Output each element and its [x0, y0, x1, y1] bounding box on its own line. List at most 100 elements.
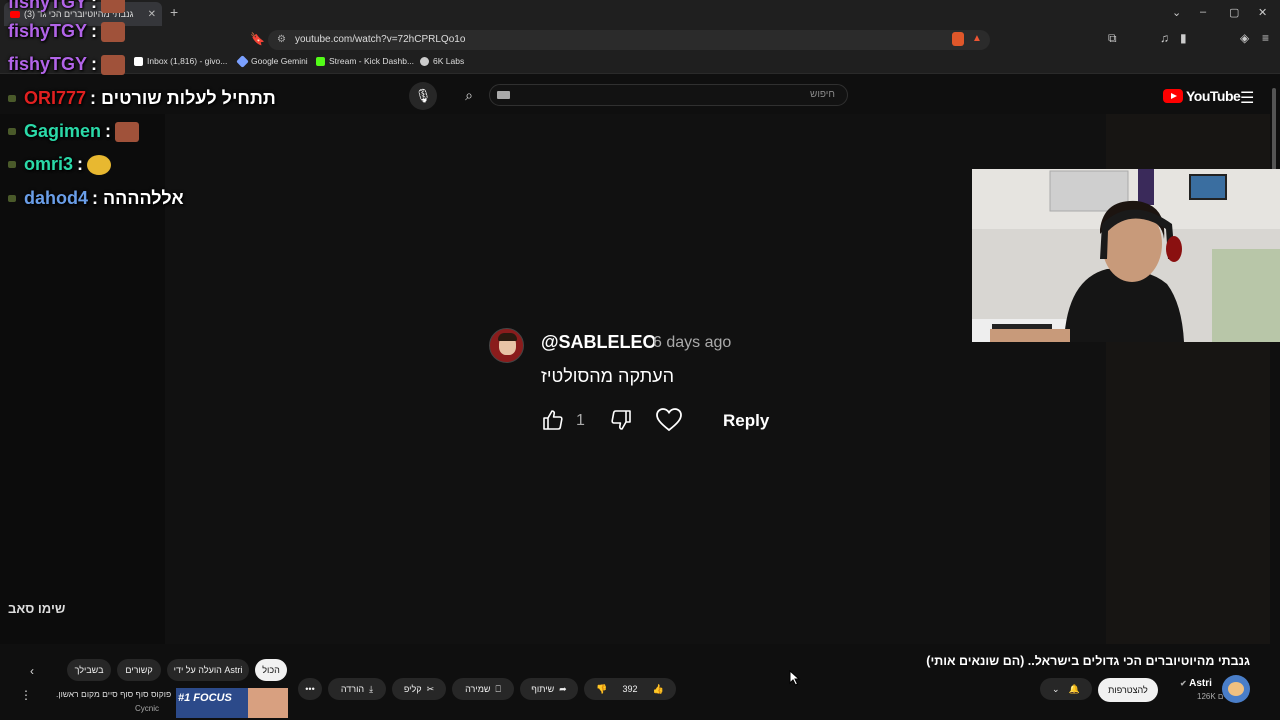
chat-message: omri3 : [8, 154, 112, 175]
like-icon[interactable] [541, 408, 565, 432]
emote-icon [101, 54, 126, 75]
chat-badge-icon [8, 161, 16, 168]
recommendation-title[interactable]: פוקוס סוף סוף סיים מקום ראשון. [56, 689, 171, 699]
download-icon: ⤓ [369, 683, 374, 694]
video-dislike-icon[interactable]: 👎 [596, 684, 607, 695]
video-info-bar: גנבתי מהיוטיוברים הכי גדולים בישראל.. (ה… [0, 644, 1280, 720]
menu-icon[interactable]: ≡ [1262, 31, 1269, 45]
search-input[interactable]: חיפוש [489, 84, 848, 106]
channel-name[interactable]: ✔ Astri [1180, 678, 1212, 689]
emote-icon [115, 121, 140, 142]
keyboard-icon[interactable] [497, 91, 510, 99]
stream-chat-overlay: fishyTGY : fishyTGY : fishyTGY : ORI777 … [0, 0, 300, 220]
chat-username: omri3 [24, 154, 74, 174]
more-actions-button[interactable]: ••• [298, 678, 322, 700]
chip-uploaded-by[interactable]: הועלה על ידי Astri [167, 659, 249, 681]
brave-shield-icon[interactable] [952, 32, 964, 46]
more-vert-icon[interactable]: ⋮ [20, 688, 32, 702]
chip-for-you[interactable]: בשבילך [67, 659, 111, 681]
chat-username: ORI777 [24, 88, 87, 108]
vpn-icon[interactable]: ◈ [1240, 31, 1249, 45]
dislike-icon[interactable] [609, 408, 633, 432]
save-button[interactable]: שמירה ⎕ [452, 678, 514, 700]
avatar-face [1228, 682, 1244, 696]
channel-avatar[interactable] [1222, 675, 1250, 703]
sidebar-icon[interactable]: ▮ [1180, 31, 1187, 45]
chat-text: : [91, 21, 98, 41]
reply-button[interactable]: Reply [723, 411, 769, 431]
chat-message: ORI777 : תתחיל לעלות שורטים [8, 88, 276, 109]
chat-username: fishyTGY [8, 21, 88, 41]
6k-labs-icon [420, 56, 429, 66]
chat-text: : תתחיל לעלות שורטים [90, 88, 276, 108]
comment-text: העתקה מהסולטיז [541, 366, 675, 386]
url-text: youtube.com/watch?v=72hCPRLQo1o [295, 34, 466, 45]
clip-button[interactable]: קליפ ✂ [392, 678, 446, 700]
bookmark-6k-labs[interactable]: 6K Labs [420, 56, 464, 66]
thumbnail-face [248, 688, 288, 718]
bookmark-kick[interactable]: Stream - Kick Dashb... [316, 56, 414, 66]
maximize-icon[interactable]: ▢ [1229, 6, 1239, 19]
chat-text: : [91, 54, 98, 74]
hamburger-menu-icon[interactable]: ☰ [1240, 88, 1254, 108]
emote-icon [87, 154, 112, 175]
comment-author[interactable]: @SABLELEO [541, 332, 657, 353]
thumbnail-text: #1 FOCUS [178, 692, 232, 704]
comment-date[interactable]: 6 days ago [653, 334, 731, 352]
bookmark-save-icon: ⎕ [495, 683, 501, 694]
avatar-hair [498, 333, 517, 341]
emote-icon [101, 0, 126, 13]
chevron-left-icon[interactable]: ‹ [30, 664, 34, 678]
video-like-count[interactable]: 392 [622, 684, 637, 694]
mouse-pointer-icon [789, 670, 801, 686]
chevron-down-icon: ⌄ [1052, 683, 1060, 694]
chat-text: : [105, 121, 112, 141]
stream-watermark: שימו סאב [8, 601, 66, 616]
chat-text: : [77, 154, 84, 174]
comment-actions: 1 Reply [541, 408, 801, 436]
chip-related[interactable]: קשורים [117, 659, 161, 681]
subscribe-button[interactable]: להצטרפות [1098, 678, 1158, 702]
chat-text: : [91, 0, 98, 12]
kick-icon [316, 56, 325, 66]
comment-like-count: 1 [576, 412, 585, 429]
voice-search-icon[interactable]: 🎙 [409, 82, 437, 110]
chat-message: fishyTGY : [8, 21, 126, 42]
recommendation-channel[interactable]: Cycnic [135, 704, 159, 713]
recommendation-thumbnail[interactable]: #1 FOCUS [176, 688, 288, 718]
chip-all[interactable]: הכול [255, 659, 287, 681]
chat-text: : אללהההה [92, 188, 184, 208]
close-window-icon[interactable]: ✕ [1258, 6, 1267, 19]
verified-icon: ✔ [1180, 679, 1187, 688]
youtube-logo[interactable]: YouTube [1163, 88, 1241, 104]
chat-message: fishyTGY : [8, 54, 126, 75]
video-like-icon[interactable]: 👍 [653, 684, 664, 695]
notification-bell-button[interactable]: ⌄ 🔔 [1040, 678, 1092, 700]
chat-badge-icon [8, 195, 16, 202]
search-icon[interactable]: ⌕ [451, 84, 487, 106]
tab-search-icon[interactable]: ⌄ [1172, 6, 1181, 19]
page-scrollbar[interactable] [1272, 88, 1276, 173]
like-dislike-group: 👎 392 👍 [584, 678, 676, 700]
chat-message: fishyTGY : [8, 0, 126, 13]
chat-badge-icon [8, 128, 16, 135]
brave-rewards-icon[interactable]: ▲ [972, 33, 982, 44]
chat-badge-icon [8, 95, 16, 102]
youtube-play-icon [1163, 89, 1183, 103]
emote-icon [101, 21, 126, 42]
video-title: גנבתי מהיוטיוברים הכי גדולים בישראל.. (ה… [926, 654, 1250, 668]
extensions-icon[interactable]: ⧉ [1108, 31, 1117, 46]
address-bar[interactable]: ⚙ youtube.com/watch?v=72hCPRLQo1o [268, 30, 990, 50]
share-button[interactable]: שיתוף ➦ [520, 678, 578, 700]
download-button[interactable]: הורדה ⤓ [328, 678, 386, 700]
comment-avatar[interactable] [489, 328, 524, 363]
minimize-icon[interactable]: – [1200, 6, 1206, 18]
bell-icon: 🔔 [1068, 683, 1080, 694]
heart-icon[interactable] [655, 407, 683, 433]
chat-username: fishyTGY [8, 0, 88, 12]
chat-message: Gagimen : [8, 121, 140, 142]
media-icon[interactable]: ♫ [1160, 31, 1169, 45]
chat-username: Gagimen [24, 121, 102, 141]
webcam-feed-image [972, 169, 1280, 342]
share-icon: ➦ [559, 683, 567, 694]
